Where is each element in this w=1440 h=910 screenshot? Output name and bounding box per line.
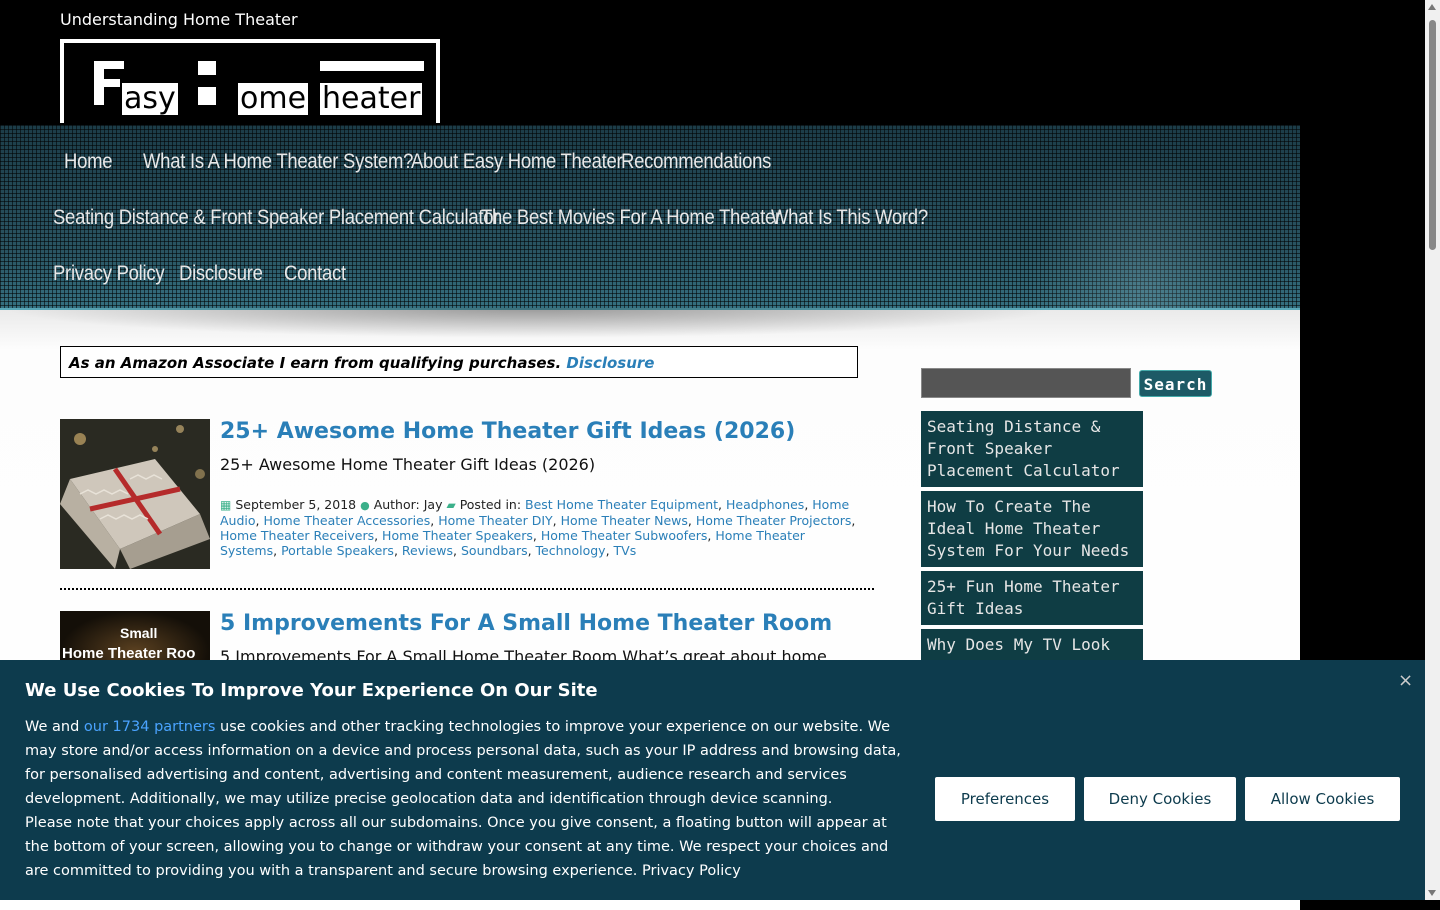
post-excerpt: 25+ Awesome Home Theater Gift Ideas (202…: [220, 455, 596, 474]
nav-item-what-is-home-theater[interactable]: What Is A Home Theater System?: [143, 150, 413, 174]
category-link[interactable]: Home Theater Speakers: [382, 528, 533, 543]
preferences-button[interactable]: Preferences: [935, 777, 1075, 821]
partners-link[interactable]: our 1734 partners: [84, 719, 216, 735]
category-link[interactable]: Home Theater DIY: [438, 513, 552, 528]
category-link[interactable]: Technology: [536, 543, 606, 558]
deny-cookies-button[interactable]: Deny Cookies: [1084, 777, 1236, 821]
sidebar-item[interactable]: Seating Distance & Front Speaker Placeme…: [921, 411, 1143, 490]
post-thumbnail-small-room[interactable]: Small Home Theater Roo: [60, 611, 210, 661]
post-title[interactable]: 5 Improvements For A Small Home Theater …: [220, 611, 832, 636]
category-link[interactable]: Headphones: [726, 497, 804, 512]
post-meta: ▦ September 5, 2018 ● Author: Jay ▰ Post…: [220, 497, 860, 558]
sidebar-item[interactable]: 25+ Fun Home Theater Gift Ideas: [921, 571, 1143, 628]
category-link[interactable]: Reviews: [402, 543, 453, 558]
logo-word-easy: asy: [122, 81, 178, 116]
disclaimer-text: As an Amazon Associate I earn from quali…: [69, 354, 562, 372]
post-title[interactable]: 25+ Awesome Home Theater Gift Ideas (202…: [220, 419, 795, 444]
disclaimer-link[interactable]: Disclosure: [566, 354, 654, 372]
logo-h-gap: [198, 75, 216, 87]
nav-item-seating-calculator[interactable]: Seating Distance & Front Speaker Placeme…: [53, 206, 499, 230]
category-link[interactable]: Home Theater Accessories: [263, 513, 430, 528]
category-link[interactable]: Best Home Theater Equipment: [525, 497, 718, 512]
site-tagline: Understanding Home Theater: [60, 10, 298, 29]
thumb-text-home-theater-room: Home Theater Roo: [62, 645, 196, 661]
category-link[interactable]: Portable Speakers: [281, 543, 394, 558]
site-logo[interactable]: asy ome heater: [60, 39, 440, 123]
sidebar-item[interactable]: How To Create The Ideal Home Theater Sys…: [921, 491, 1143, 570]
nav-item-home[interactable]: Home: [64, 150, 113, 174]
nav-shadow: [0, 308, 1060, 338]
allow-cookies-button[interactable]: Allow Cookies: [1245, 777, 1400, 821]
main-navigation: Home What Is A Home Theater System? Abou…: [0, 125, 1300, 425]
posted-in-label: Posted in:: [459, 497, 522, 512]
post-date: September 5, 2018: [235, 497, 357, 512]
privacy-policy-link[interactable]: Privacy Policy: [642, 863, 741, 879]
post-thumbnail-gift[interactable]: [60, 419, 210, 569]
cookie-banner: We Use Cookies To Improve Your Experienc…: [0, 660, 1425, 900]
nav-item-about[interactable]: About Easy Home Theater: [411, 150, 623, 174]
cookie-text-note: Please note that your choices apply acro…: [25, 815, 889, 879]
page-scrollbar[interactable]: [1425, 0, 1440, 900]
cookie-text: We and our 1734 partners use cookies and…: [25, 715, 905, 883]
logo-word-home: ome: [238, 81, 309, 116]
search-input[interactable]: [921, 368, 1131, 398]
calendar-icon: ▦: [220, 498, 232, 512]
category-link[interactable]: Home Theater Receivers: [220, 528, 374, 543]
cookie-text-intro: We and: [25, 719, 80, 735]
user-icon: ●: [360, 499, 370, 512]
scroll-down-arrow-icon[interactable]: [1428, 890, 1436, 896]
category-link[interactable]: Home Theater News: [561, 513, 688, 528]
nav-item-best-movies[interactable]: The Best Movies For A Home Theater: [481, 206, 781, 230]
nav-item-disclosure[interactable]: Disclosure: [179, 262, 263, 286]
thumb-text-small: Small: [120, 625, 158, 641]
category-link[interactable]: Soundbars: [461, 543, 528, 558]
cookie-title: We Use Cookies To Improve Your Experienc…: [25, 680, 598, 701]
nav-item-contact[interactable]: Contact: [284, 262, 346, 286]
close-icon[interactable]: ×: [1398, 670, 1413, 691]
nav-item-what-is-this-word[interactable]: What Is This Word?: [771, 206, 928, 230]
post-separator: [60, 588, 874, 590]
logo-word-theater: heater: [320, 81, 423, 116]
folder-icon: ▰: [446, 498, 456, 512]
affiliate-disclaimer: As an Amazon Associate I earn from quali…: [60, 346, 858, 378]
nav-item-recommendations[interactable]: Recommendations: [621, 150, 771, 174]
scroll-up-arrow-icon[interactable]: [1428, 4, 1436, 10]
post-item: 25+ Awesome Home Theater Gift Ideas (202…: [60, 419, 874, 579]
search-button[interactable]: Search: [1139, 370, 1212, 397]
category-link[interactable]: Home Theater Projectors: [696, 513, 852, 528]
scroll-thumb[interactable]: [1429, 20, 1436, 250]
logo-e-top: [94, 61, 124, 69]
category-link[interactable]: TVs: [614, 543, 637, 558]
logo-t-bar: [320, 61, 424, 71]
category-link[interactable]: Home Theater Subwoofers: [541, 528, 708, 543]
nav-item-privacy-policy[interactable]: Privacy Policy: [53, 262, 165, 286]
logo-e-mid: [94, 79, 120, 87]
post-author: Author: Jay: [373, 497, 443, 512]
